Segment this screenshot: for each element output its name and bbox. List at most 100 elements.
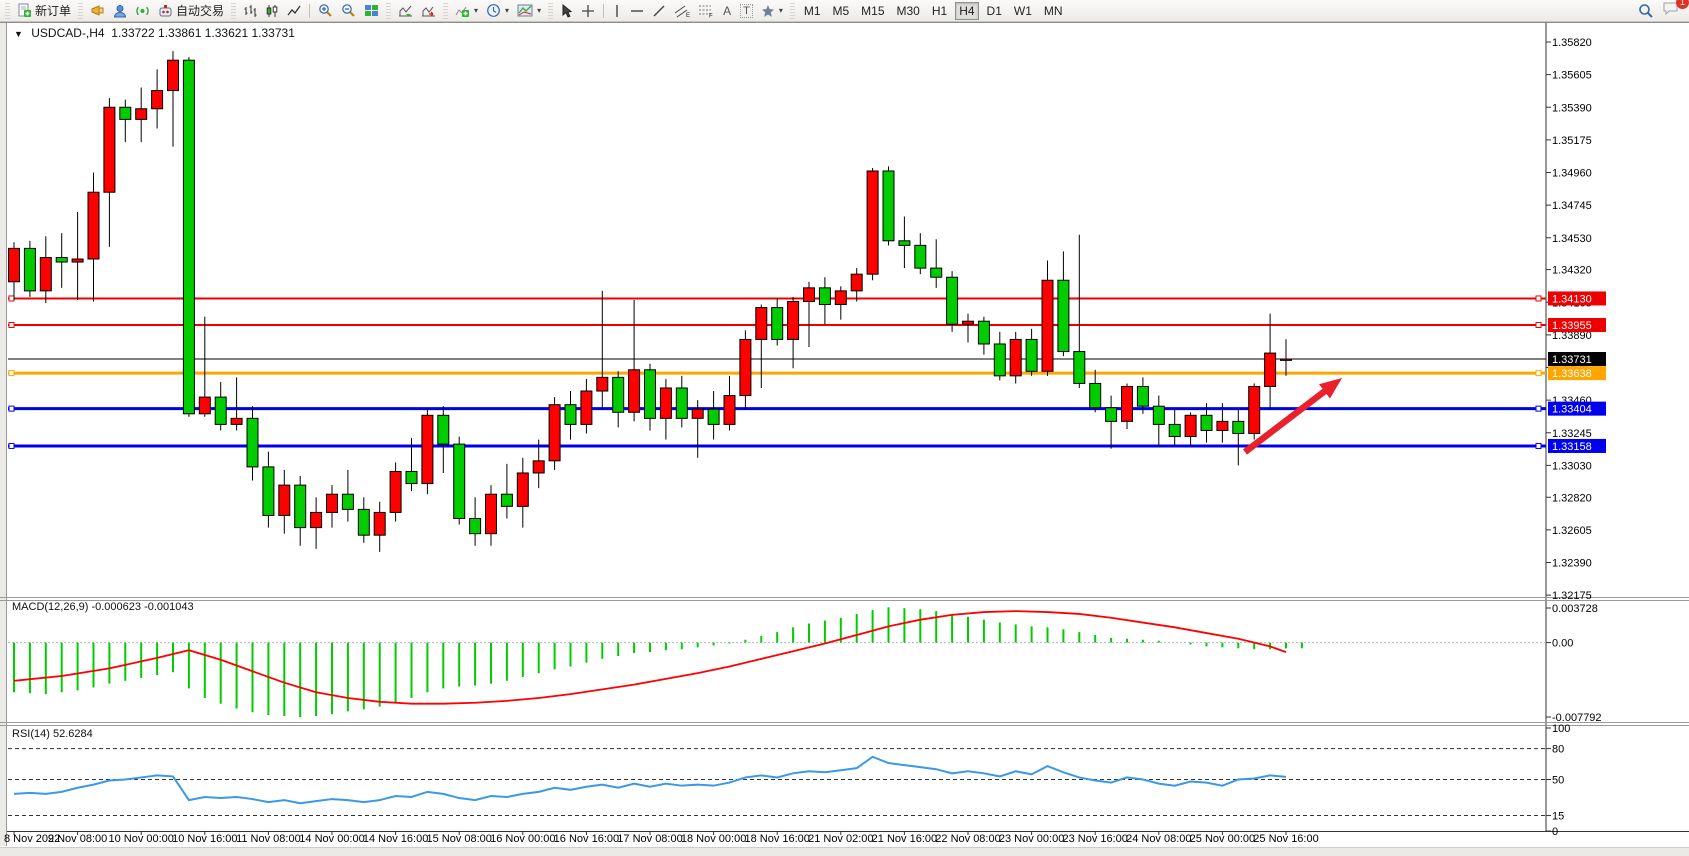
timeframe-m15[interactable]: M15 [857,2,888,20]
time-axis-label: 24 Nov 08:00 [1126,833,1191,845]
candle [899,241,910,246]
periods-button[interactable]: ▾ [482,2,513,20]
autotrading-button[interactable]: 自动交易 [154,2,228,20]
fibonacci-tool-button[interactable]: F [694,2,718,20]
candle [597,377,608,391]
time-axis-label: 16 Nov 00:00 [490,833,555,845]
new-order-label: 新订单 [35,2,71,19]
line-handle[interactable] [1536,443,1541,448]
indicators-button[interactable]: ▾ [451,2,482,20]
signals-button[interactable] [131,2,154,20]
candle [851,274,862,291]
candle [804,288,815,302]
horizontal-line-icon [630,6,644,16]
timeframe-mn[interactable]: MN [1040,2,1067,20]
arrows-tool-button[interactable]: ▾ [757,2,787,20]
line-handle[interactable] [9,443,14,448]
time-axis-label: 23 Nov 00:00 [999,833,1064,845]
candle [183,60,194,414]
time-axis-label: 14 Nov 00:00 [299,833,364,845]
auto-scroll-icon [398,4,413,18]
candle [374,512,385,535]
auto-scroll-button[interactable] [394,2,417,20]
chart-shift-button[interactable] [417,2,440,20]
price-axis-label: 1.34745 [1552,200,1592,212]
candle [549,405,560,461]
rsi-axis-label: 80 [1552,744,1564,756]
candle [342,494,353,509]
timeframe-d1[interactable]: D1 [983,2,1006,20]
candlestick-chart-button[interactable] [261,2,283,20]
zoom-in-button[interactable] [314,2,337,20]
timeframe-h4[interactable]: H4 [955,2,978,20]
line-handle[interactable] [9,371,14,376]
candle [454,444,465,518]
price-axis-label: 1.32390 [1552,558,1592,570]
search-button[interactable] [1634,2,1658,20]
candle [788,301,799,339]
publish-button[interactable] [86,2,109,20]
clock-icon [486,3,501,18]
line-handle[interactable] [9,323,14,328]
cursor-tool-button[interactable] [556,2,577,20]
toolbar-grip [790,3,795,19]
channel-tool-button[interactable]: E [670,2,694,20]
chart-canvas[interactable]: 1.358201.356051.353901.351751.349601.347… [0,0,1689,856]
new-order-button[interactable]: 新订单 [13,2,75,20]
candle [295,485,306,527]
line-handle[interactable] [9,296,14,301]
hline-tool-button[interactable] [626,2,648,20]
candle [1137,386,1148,406]
price-axis-label: 1.32820 [1552,492,1592,504]
time-axis-label: 18 Nov 00:00 [681,833,746,845]
candle [1026,339,1037,371]
line-handle[interactable] [1536,296,1541,301]
line-chart-button[interactable] [283,2,305,20]
toolbar-grip [443,3,448,19]
fibonacci-icon: F [698,4,714,18]
trendline-tool-button[interactable] [648,2,670,20]
candle [533,461,544,473]
timeframe-h1[interactable]: H1 [928,2,951,20]
timeframe-m5[interactable]: M5 [829,2,854,20]
zoom-out-button[interactable] [337,2,360,20]
templates-button[interactable]: ▾ [513,2,545,20]
line-handle[interactable] [1536,323,1541,328]
candle [247,418,258,467]
candle [1201,415,1212,430]
line-handle[interactable] [9,406,14,411]
level-price-label: 1.33404 [1552,404,1592,416]
line-handle[interactable] [1536,371,1541,376]
rsi-axis-label: 100 [1552,723,1570,735]
dropdown-caret: ▾ [474,6,478,15]
label-tool-button[interactable]: T [736,2,757,20]
timeframe-m30[interactable]: M30 [893,2,924,20]
candle [422,415,433,483]
candle [978,321,989,344]
crosshair-tool-button[interactable] [577,2,599,20]
level-price-label: 1.33731 [1552,354,1592,366]
candle [931,268,942,277]
time-axis-label: 22 Nov 08:00 [935,833,1000,845]
bar-chart-button[interactable] [239,2,261,20]
ohlc-bars-icon [243,4,257,18]
candle [136,109,147,120]
candle [1042,280,1053,371]
line-handle[interactable] [1536,406,1541,411]
timeframe-w1[interactable]: W1 [1010,2,1036,20]
vline-tool-button[interactable] [608,2,626,20]
candle [327,494,338,512]
community-button[interactable] [109,2,131,20]
candle [867,171,878,274]
time-axis-label: 9 Nov 08:00 [48,833,107,845]
tile-windows-button[interactable] [360,2,383,20]
tile-windows-icon [364,4,379,18]
price-axis-label: 1.35605 [1552,70,1592,82]
candle [835,291,846,305]
timeframe-m1[interactable]: M1 [800,2,825,20]
low-value: 1.33621 [205,26,248,40]
candle [1122,386,1133,421]
candle [1249,386,1260,433]
candle [1153,406,1164,424]
text-tool-button[interactable]: A [718,2,736,20]
